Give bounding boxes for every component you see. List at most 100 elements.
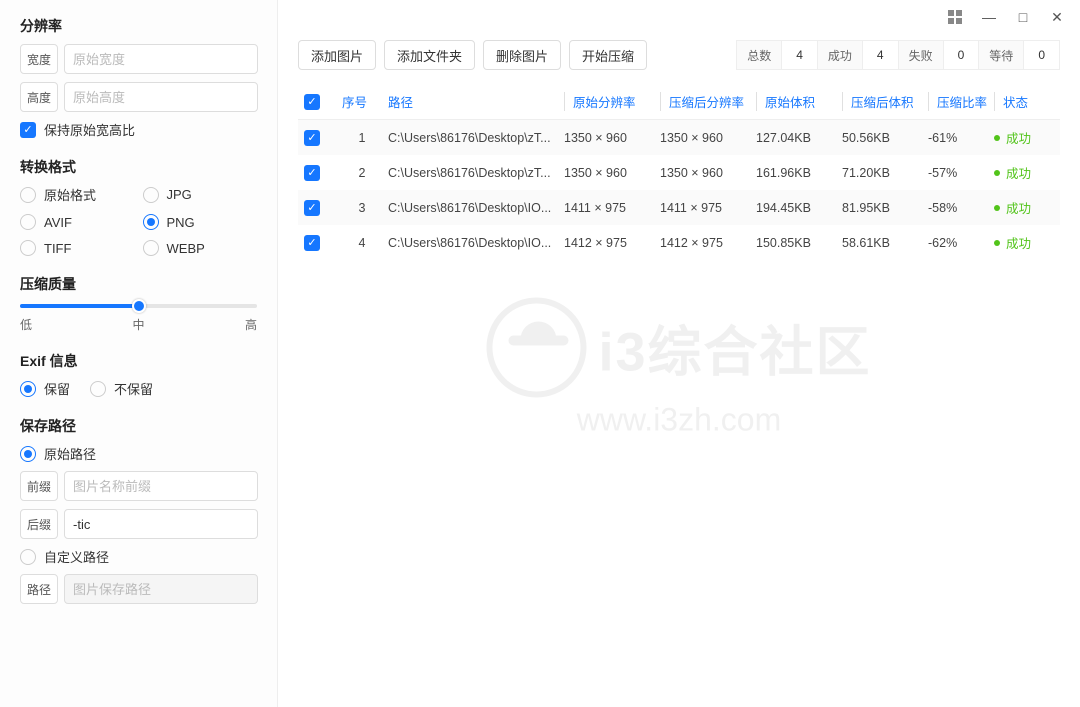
table-row[interactable]: ✓ 3 C:\Users\86176\Desktop\IO... 1411 × 975… [298,190,1060,225]
quality-slider[interactable] [20,304,257,308]
format-radio-tiff[interactable] [20,240,36,256]
stat-wait-label: 等待 [978,40,1024,70]
cell-comp-size: 58.61KB [842,236,922,250]
cell-path: C:\Users\86176\Desktop\zT... [388,131,558,145]
keep-ratio-label: 保持原始宽高比 [44,120,135,139]
save-original-radio[interactable] [20,446,36,462]
cell-orig-res: 1350 × 960 [564,166,654,180]
th-ratio[interactable]: 压缩比率 [928,92,988,111]
quality-high: 高 [245,316,257,333]
cell-comp-size: 50.56KB [842,131,922,145]
stat-total-label: 总数 [736,40,782,70]
suffix-input[interactable] [64,509,258,539]
format-radio-webp[interactable] [143,240,159,256]
stats: 总数 4 成功 4 失败 0 等待 0 [737,40,1060,70]
cell-orig-size: 194.45KB [756,201,836,215]
cell-comp-res: 1412 × 975 [660,236,750,250]
cell-orig-size: 127.04KB [756,131,836,145]
row-checkbox[interactable]: ✓ [304,130,320,146]
cell-comp-res: 1350 × 960 [660,131,750,145]
height-input[interactable] [64,82,258,112]
resolution-title: 分辨率 [20,16,257,36]
row-checkbox[interactable]: ✓ [304,235,320,251]
save-title: 保存路径 [20,416,257,436]
width-input[interactable] [64,44,258,74]
file-table: ✓ 序号 路径 原始分辨率 压缩后分辨率 原始体积 压缩后体积 压缩比率 状态 … [298,84,1060,260]
quality-mid: 中 [132,316,144,333]
stat-fail-val: 0 [943,40,980,70]
slider-handle[interactable] [132,299,146,313]
format-radio-avif[interactable] [20,214,36,230]
cell-ratio: -62% [928,236,988,250]
grid-view-icon[interactable] [948,10,962,24]
format-radio-jpg[interactable] [143,187,159,203]
status-dot-icon [994,135,1000,141]
row-checkbox[interactable]: ✓ [304,165,320,181]
sidebar: 分辨率 宽度 高度 ✓ 保持原始宽高比 转换格式 原始格式 JPG AVIF P… [0,0,278,707]
cell-comp-size: 71.20KB [842,166,922,180]
add-image-button[interactable]: 添加图片 [298,40,376,70]
keep-ratio-checkbox[interactable]: ✓ [20,122,36,138]
select-all-checkbox[interactable]: ✓ [304,94,320,110]
format-radio-group: 原始格式 JPG AVIF PNG TIFF WEBP [20,185,257,256]
maximize-icon[interactable]: □ [1016,10,1030,24]
cell-index: 1 [342,131,382,145]
watermark: i3综合社区 www.i3zh.com [486,297,871,438]
cell-comp-res: 1350 × 960 [660,166,750,180]
table-header: ✓ 序号 路径 原始分辨率 压缩后分辨率 原始体积 压缩后体积 压缩比率 状态 [298,84,1060,120]
stat-success-label: 成功 [817,40,863,70]
close-icon[interactable]: ✕ [1050,10,1064,24]
suffix-label: 后缀 [20,509,58,539]
stat-success-val: 4 [862,40,899,70]
format-radio-png[interactable] [143,214,159,230]
stat-wait-val: 0 [1023,40,1060,70]
quality-title: 压缩质量 [20,274,257,294]
save-custom-radio[interactable] [20,549,36,565]
cell-path: C:\Users\86176\Desktop\zT... [388,166,558,180]
cell-orig-res: 1411 × 975 [564,201,654,215]
path-label: 路径 [20,574,58,604]
main-area: — □ ✕ i3综合社区 www.i3zh.com 添加图片 添加文件夹 删除图… [278,0,1080,707]
quality-low: 低 [20,316,32,333]
exif-title: Exif 信息 [20,351,257,371]
th-status[interactable]: 状态 [994,92,1054,111]
exif-discard-radio[interactable] [90,381,106,397]
path-input[interactable] [64,574,258,604]
slider-fill [20,304,139,308]
width-label: 宽度 [20,44,58,74]
exif-keep-radio[interactable] [20,381,36,397]
delete-image-button[interactable]: 删除图片 [483,40,561,70]
th-orig-size[interactable]: 原始体积 [756,92,836,111]
status-dot-icon [994,170,1000,176]
table-row[interactable]: ✓2C:\Users\86176\Desktop\zT...1350 × 960… [298,155,1060,190]
cell-ratio: -57% [928,166,988,180]
start-button[interactable]: 开始压缩 [569,40,647,70]
cell-ratio: -61% [928,131,988,145]
table-row[interactable]: ✓4C:\Users\86176\Desktop\IO...1412 × 975… [298,225,1060,260]
cell-path: C:\Users\86176\Desktop\IO... [388,236,558,250]
watermark-logo-icon [486,297,586,397]
th-path[interactable]: 路径 [388,92,558,111]
cell-path: C:\Users\86176\Desktop\IO... [388,201,558,215]
format-radio-original[interactable] [20,187,36,203]
stat-total-val: 4 [781,40,818,70]
row-checkbox[interactable]: ✓ [304,200,320,216]
th-comp-res[interactable]: 压缩后分辨率 [660,92,750,111]
cell-ratio: -58% [928,201,988,215]
minimize-icon[interactable]: — [982,10,996,24]
th-index[interactable]: 序号 [342,92,382,111]
format-title: 转换格式 [20,157,257,177]
th-comp-size[interactable]: 压缩后体积 [842,92,922,111]
add-folder-button[interactable]: 添加文件夹 [384,40,475,70]
status-dot-icon [994,205,1000,211]
status-dot-icon [994,240,1000,246]
th-orig-res[interactable]: 原始分辨率 [564,92,654,111]
cell-index: 3 [342,201,382,215]
cell-status: 成功 [994,163,1054,182]
table-row[interactable]: ✓ 1 C:\Users\86176\Desktop\zT... 1350 × 960… [298,120,1060,155]
cell-status: 成功 [994,128,1054,147]
prefix-input[interactable] [64,471,258,501]
cell-orig-size: 150.85KB [756,236,836,250]
height-label: 高度 [20,82,58,112]
stat-fail-label: 失败 [898,40,944,70]
